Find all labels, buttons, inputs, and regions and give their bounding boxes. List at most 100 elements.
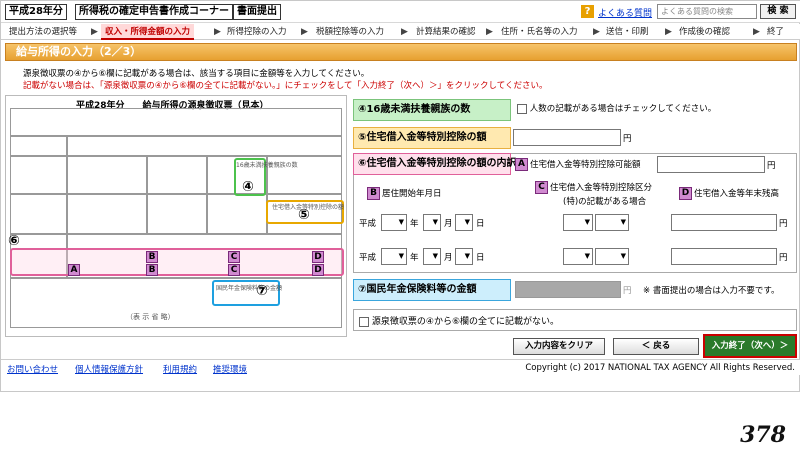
letter-c: C bbox=[228, 264, 240, 276]
section-7-header: ⑦国民年金保険料等の金額 bbox=[353, 279, 511, 301]
field-b-label: 居住開始年月日 bbox=[382, 189, 442, 199]
footer: お問い合わせ 個人情報保護方針 利用規約 推奨環境 Copyright (c) … bbox=[1, 359, 800, 375]
section-5-label: 住宅借入金等特別控除の額 bbox=[366, 132, 487, 143]
day-select[interactable]: ▼ bbox=[455, 214, 473, 231]
none-checkbox[interactable] bbox=[359, 316, 369, 327]
instruction-text: 源泉徴収票の④から⑥欄に記載がある場合は、該当する項目に金額等を入力してください… bbox=[23, 69, 370, 79]
month-select[interactable]: ▼ bbox=[423, 214, 441, 231]
marker-7: ⑦ bbox=[256, 283, 268, 299]
section-4-label: 16歳未満扶養親族の数 bbox=[366, 104, 471, 115]
step-arrow-icon: ▶ bbox=[91, 27, 98, 37]
dependents-checkbox[interactable] bbox=[517, 103, 527, 114]
year-select[interactable]: ▼ bbox=[381, 214, 407, 231]
step-select-method: 提出方法の選択等 bbox=[9, 27, 78, 37]
page-number: 378 bbox=[740, 422, 786, 448]
letter-c: C bbox=[228, 251, 240, 263]
corner-title-button[interactable]: 所得税の確定申告書作成コーナー bbox=[75, 4, 233, 20]
era-label: 平成 bbox=[359, 219, 377, 229]
letter-b: B bbox=[146, 264, 158, 276]
month-unit: 月 bbox=[444, 253, 453, 263]
marker-5: ⑤ bbox=[298, 207, 310, 223]
field-b-label-row: B 居住開始年月日 bbox=[367, 187, 442, 200]
none-checkbox-row[interactable]: 源泉徴収票の④から⑥欄の全てに記載がない。 bbox=[359, 314, 559, 327]
yen-unit: 円 bbox=[623, 134, 632, 144]
slip-grid bbox=[10, 278, 342, 328]
terms-link[interactable]: 利用規約 bbox=[163, 363, 197, 375]
marker-6: ⑥ bbox=[8, 233, 20, 249]
finish-next-button[interactable]: 入力終了（次へ）＞ bbox=[703, 334, 797, 358]
step-arrow-icon: ▶ bbox=[301, 27, 308, 37]
year-button[interactable]: 平成28年分 bbox=[5, 4, 67, 20]
era-label: 平成 bbox=[359, 253, 377, 263]
field-d-label-row: D 住宅借入金等年末残高 bbox=[679, 187, 779, 200]
badge-b: B bbox=[367, 187, 380, 200]
search-button[interactable]: 検 索 bbox=[760, 4, 796, 19]
privacy-link[interactable]: 個人情報保護方針 bbox=[75, 363, 143, 375]
none-checkbox-label: 源泉徴収票の④から⑥欄の全てに記載がない。 bbox=[371, 317, 560, 327]
day-select[interactable]: ▼ bbox=[455, 248, 473, 265]
letter-a: A bbox=[68, 264, 80, 276]
badge-a: A bbox=[515, 158, 528, 171]
section-4-header: ④16歳未満扶養親族の数 bbox=[353, 99, 511, 121]
badge-c: C bbox=[535, 181, 548, 194]
deduction-type-sub-select[interactable]: ▼ bbox=[595, 214, 629, 231]
deduction-limit-input[interactable] bbox=[657, 156, 765, 173]
step-tax-credits: 税額控除等の入力 bbox=[316, 27, 385, 37]
step-finish: 終了 bbox=[767, 27, 785, 37]
field-a-label-row: A 住宅借入金等特別控除可能額 bbox=[515, 158, 641, 171]
step-arrow-icon: ▶ bbox=[214, 27, 221, 37]
letter-d: D bbox=[312, 251, 324, 263]
step-address: 住所・氏名等の入力 bbox=[501, 27, 578, 37]
step-arrow-icon: ▶ bbox=[401, 27, 408, 37]
field-c-label-row: C 住宅借入金等特別控除区分 bbox=[535, 181, 652, 194]
back-button[interactable]: ＜ 戻る bbox=[613, 338, 699, 355]
submit-method-button[interactable]: 書面提出 bbox=[233, 4, 281, 20]
withholding-slip-sample: 平成28年分 給与所得の源泉徴収票（見本） 16歳未満扶養親族の数 ④ 住宅借入… bbox=[5, 95, 347, 337]
pension-note: ※ 書面提出の場合は入力不要です。 bbox=[643, 286, 780, 296]
top-bar: 平成28年分 所得税の確定申告書作成コーナー 書面提出 ? よくある質問 よくあ… bbox=[1, 1, 800, 23]
step-arrow-icon: ▶ bbox=[486, 27, 493, 37]
badge-d: D bbox=[679, 187, 692, 200]
copyright-text: Copyright (c) 2017 NATIONAL TAX AGENCY A… bbox=[525, 363, 795, 373]
section-6-header: ⑥住宅借入金等特別控除の額の内訳 bbox=[353, 153, 516, 175]
housing-detail-highlight bbox=[10, 248, 344, 276]
loan-balance-input[interactable] bbox=[671, 214, 777, 231]
section-7-label: 国民年金保険料等の金額 bbox=[366, 284, 477, 295]
year-select[interactable]: ▼ bbox=[381, 248, 407, 265]
deduction-type-select[interactable]: ▼ bbox=[563, 248, 593, 265]
field-c-sublabel: (特)の記載がある場合 bbox=[563, 197, 647, 207]
month-unit: 月 bbox=[444, 219, 453, 229]
day-unit: 日 bbox=[476, 219, 485, 229]
slip-grid bbox=[206, 156, 208, 234]
step-deductions: 所得控除の入力 bbox=[227, 27, 287, 37]
loan-balance-input[interactable] bbox=[671, 248, 777, 265]
slip-grid bbox=[146, 156, 148, 234]
clear-button[interactable]: 入力内容をクリア bbox=[513, 338, 605, 355]
faq-search-input[interactable]: よくある質問の検索 bbox=[657, 4, 757, 19]
contact-link[interactable]: お問い合わせ bbox=[7, 363, 58, 375]
year-unit: 年 bbox=[410, 219, 419, 229]
step-arrow-icon: ▶ bbox=[753, 27, 760, 37]
deduction-type-select[interactable]: ▼ bbox=[563, 214, 593, 231]
year-unit: 年 bbox=[410, 253, 419, 263]
yen-unit: 円 bbox=[779, 219, 788, 229]
slip-dependents-label: 16歳未満扶養親族の数 bbox=[236, 162, 298, 169]
letter-b: B bbox=[146, 251, 158, 263]
dependents-checkbox-row[interactable]: 人数の記載がある場合はチェックしてください。 bbox=[517, 102, 716, 114]
recommended-env-link[interactable]: 推奨環境 bbox=[213, 363, 247, 375]
step-results: 計算結果の確認 bbox=[416, 27, 476, 37]
page-title: 給与所得の入力（2／3） bbox=[5, 43, 797, 61]
faq-link[interactable]: よくある質問 bbox=[598, 6, 652, 19]
slip-omitted-caption: （表 示 省 略） bbox=[126, 313, 175, 321]
help-icon[interactable]: ? bbox=[581, 5, 594, 18]
month-select[interactable]: ▼ bbox=[423, 248, 441, 265]
dependents-checkbox-label: 人数の記載がある場合はチェックしてください。 bbox=[529, 104, 717, 114]
yen-unit: 円 bbox=[767, 161, 776, 171]
app-window: 平成28年分 所得税の確定申告書作成コーナー 書面提出 ? よくある質問 よくあ… bbox=[0, 0, 800, 392]
section-5-header: ⑤住宅借入金等特別控除の額 bbox=[353, 127, 511, 149]
day-unit: 日 bbox=[476, 253, 485, 263]
deduction-type-sub-select[interactable]: ▼ bbox=[595, 248, 629, 265]
field-c-label: 住宅借入金等特別控除区分 bbox=[550, 183, 653, 193]
yen-unit: 円 bbox=[623, 286, 632, 296]
housing-loan-deduction-input[interactable] bbox=[513, 129, 621, 146]
